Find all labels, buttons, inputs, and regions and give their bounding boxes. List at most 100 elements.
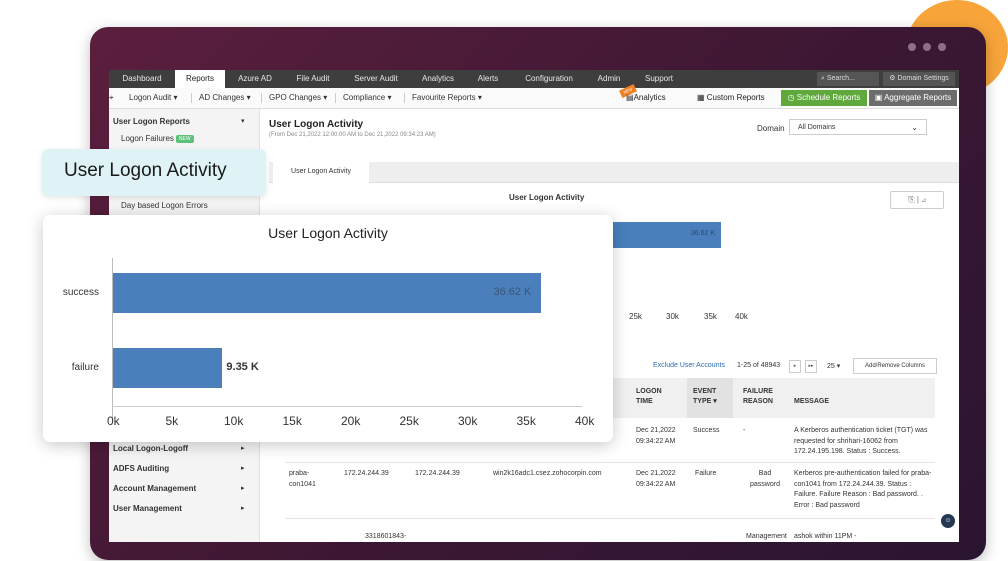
chat-support-icon[interactable]: ☺ <box>941 514 955 528</box>
sub-navigation: ⌖ Logon Audit ▾ AD Changes ▾ GPO Changes… <box>109 83 959 109</box>
category-label-failure: failure <box>71 362 99 373</box>
menu-logon-audit[interactable]: Logon Audit ▾ <box>129 88 178 108</box>
sidebar-item-logon-failures[interactable]: Logon Failures NEW <box>121 134 194 143</box>
exclude-user-accounts-link[interactable]: Exclude User Accounts <box>653 362 725 369</box>
bg-tick: 25k <box>629 312 642 321</box>
cell-event-type: Success <box>693 427 720 434</box>
x-tick-label: 25k <box>399 414 419 428</box>
domain-select[interactable]: All Domains ⌄ <box>789 119 927 135</box>
cell-failure-reason: Bad password <box>750 470 780 488</box>
analytics-button[interactable]: ▤Analytics <box>626 90 678 106</box>
sidebar-section-account-management[interactable]: Account Management <box>113 484 196 493</box>
bar-success[interactable] <box>113 273 542 313</box>
menu-ad-changes[interactable]: AD Changes ▾ <box>199 88 251 108</box>
tab-dashboard[interactable]: Dashboard <box>109 70 175 88</box>
add-remove-columns-button[interactable]: Add/Remove Columns <box>853 358 937 374</box>
export-icon: ⎘ <box>908 195 915 204</box>
domain-settings-button[interactable]: ⚙ Domain Settings <box>883 72 955 86</box>
window-dots <box>908 43 946 51</box>
tab-reports[interactable]: Reports <box>175 70 225 88</box>
tab-azure-ad[interactable]: Azure AD <box>225 70 285 88</box>
column-failure-reason[interactable]: FAILURE REASON <box>743 387 787 407</box>
cell-ip: 172.24.244.39 <box>415 470 460 477</box>
x-tick-label: 40k <box>575 414 595 428</box>
feature-badge: User Logon Activity <box>42 149 266 196</box>
chevron-right-icon: ▸ <box>241 465 245 472</box>
chart-tools[interactable]: ⎘ | ⊿ <box>890 191 944 209</box>
new-badge: NEW <box>175 135 194 143</box>
table-row[interactable]: praba-con1041 172.24.244.39 172.24.244.3… <box>285 464 935 519</box>
column-logon-time[interactable]: LOGON TIME <box>636 387 676 407</box>
menu-gpo-changes[interactable]: GPO Changes ▾ <box>269 88 327 108</box>
column-message[interactable]: MESSAGE <box>794 397 829 407</box>
x-tick-label: 0k <box>107 414 120 428</box>
tab-file-audit[interactable]: File Audit <box>285 70 341 88</box>
aggregate-icon: ▣ <box>874 93 885 102</box>
menu-favourite-reports[interactable]: Favourite Reports ▾ <box>412 88 482 108</box>
sidebar-section-adfs[interactable]: ADFS Auditing <box>113 464 169 473</box>
report-icon: ▦ <box>697 93 707 102</box>
bg-chart-title: User Logon Activity <box>509 193 585 202</box>
menu-compliance[interactable]: Compliance ▾ <box>343 88 392 108</box>
bg-tick: 40k <box>735 312 748 321</box>
chevron-right-icon: ▸ <box>241 505 245 512</box>
category-label-success: success <box>62 287 99 298</box>
sort-desc-icon: ▾ <box>713 398 717 405</box>
chart-x-axis <box>112 406 582 407</box>
tab-analytics[interactable]: Analytics <box>411 70 465 88</box>
chevron-right-icon: ▸ <box>241 485 245 492</box>
x-tick-label: 10k <box>224 414 244 428</box>
value-label-success: 36.62 K <box>493 286 532 298</box>
cell-failure-reason: Management <box>746 533 787 540</box>
aggregate-reports-button[interactable]: ▣ Aggregate Reports <box>869 90 957 106</box>
cell-message: Kerberos pre-authentication failed for p… <box>794 470 932 509</box>
last-page-button[interactable]: ▸▸ <box>805 360 817 373</box>
cell-host: win2k16adc1.csez.zohocorpin.com <box>493 470 602 477</box>
tab-configuration[interactable]: Configuration <box>511 70 587 88</box>
cell-id: 3318601843- <box>365 533 407 540</box>
sidebar-heading[interactable]: User Logon Reports <box>113 117 190 126</box>
chart-icon: ▤ <box>626 93 634 102</box>
clock-icon: ◷ <box>787 93 797 102</box>
bg-tick: 30k <box>666 312 679 321</box>
x-tick-label: 30k <box>458 414 478 428</box>
x-tick-label: 20k <box>341 414 361 428</box>
table-row[interactable]: 3318601843- Management ashok within 11PM… <box>285 522 935 542</box>
cell-event-type: Failure <box>695 470 717 477</box>
cell-message: A Kerberos authentication ticket (TGT) w… <box>794 427 928 455</box>
page-title: User Logon Activity <box>269 119 364 130</box>
x-tick-label: 15k <box>282 414 302 428</box>
tab-server-audit[interactable]: Server Audit <box>341 70 411 88</box>
cell-failure-reason: - <box>743 427 746 434</box>
cell-user: praba-con1041 <box>289 470 316 488</box>
schedule-reports-button[interactable]: ◷ Schedule Reports <box>781 90 867 106</box>
search-input[interactable]: ⌕ Search... <box>817 72 879 86</box>
cell-client-ip: 172.24.244.39 <box>344 470 389 477</box>
bg-tick: 35k <box>704 312 717 321</box>
feature-badge-title: User Logon Activity <box>64 160 227 181</box>
x-tick-label: 35k <box>516 414 536 428</box>
cell-message: ashok within 11PM - <box>794 533 857 540</box>
custom-reports-button[interactable]: ▦ Custom Reports <box>697 90 769 106</box>
chevron-right-icon: ▸ <box>241 445 245 452</box>
tab-alerts[interactable]: Alerts <box>465 70 511 88</box>
sidebar-section-user-management[interactable]: User Management <box>113 504 182 513</box>
sidebar-section-local-logon[interactable]: Local Logon-Logoff <box>113 444 188 453</box>
filter-icon[interactable]: ⌖ <box>109 88 114 108</box>
tab-admin[interactable]: Admin <box>587 70 631 88</box>
tab-user-logon-activity[interactable]: User Logon Activity <box>273 162 369 183</box>
value-label-failure: 9.35 K <box>226 361 259 373</box>
chart-type-icon: ⊿ <box>921 195 926 204</box>
bar-failure[interactable] <box>113 348 223 388</box>
column-event-type[interactable]: EVENT TYPE ▾ <box>687 378 733 418</box>
record-count: 1-25 of 48943 <box>737 362 781 369</box>
next-page-button[interactable]: ▸ <box>789 360 801 373</box>
chevron-down-icon[interactable]: ▾ <box>241 117 245 125</box>
per-page-select[interactable]: 25 ▾ <box>827 362 840 370</box>
x-tick-label: 5k <box>165 414 179 428</box>
top-navigation: Dashboard Reports Azure AD File Audit Se… <box>109 70 959 88</box>
sidebar-item-day-based[interactable]: Day based Logon Errors <box>121 201 208 210</box>
tab-support[interactable]: Support <box>631 70 687 88</box>
cell-logon-time: Dec 21,2022 09:34:22 AM <box>636 470 676 488</box>
bg-bar-label: 36.62 K <box>690 230 715 237</box>
